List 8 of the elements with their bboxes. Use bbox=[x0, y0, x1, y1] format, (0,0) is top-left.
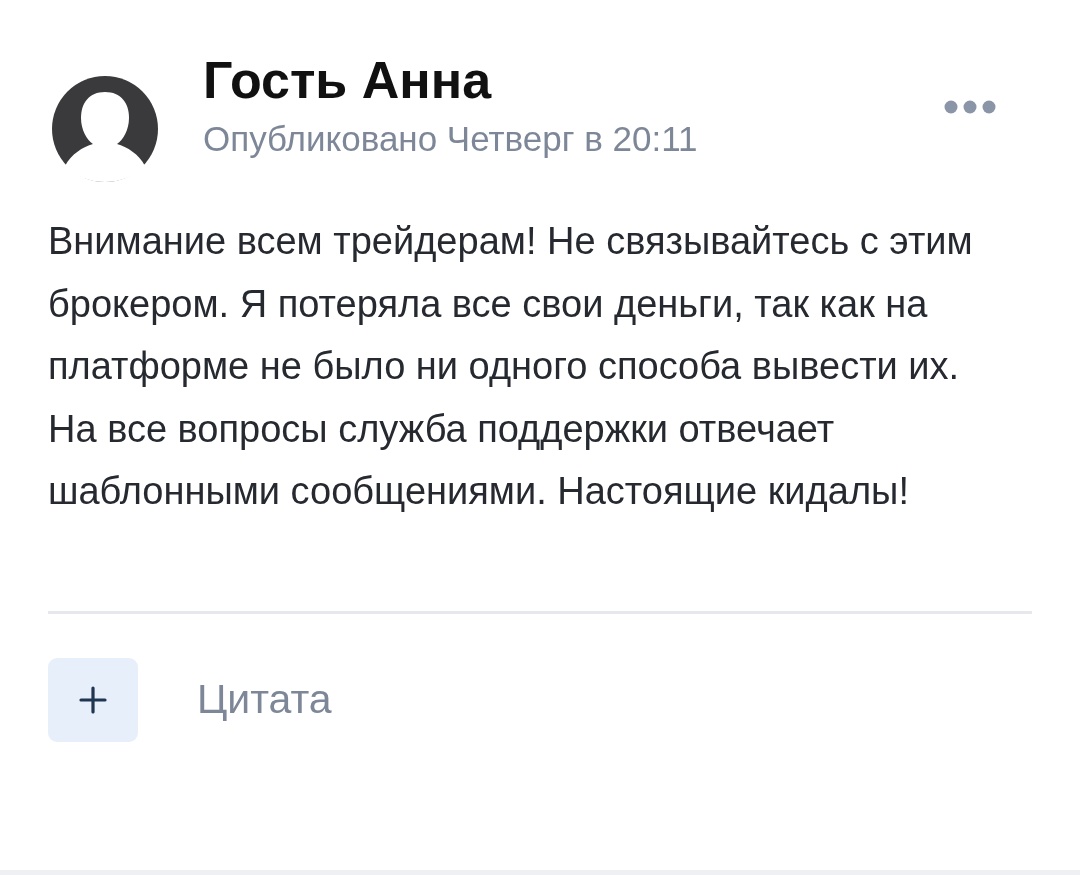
quote-link[interactable]: Цитата bbox=[197, 676, 332, 723]
post-text: Внимание всем трейдерам! Не связывайтесь с этим брокером. Я потеряла все свои деньги, так как на платформе не было ни одного способа вывести их. На все вопросы служба поддержки отвечает шаблонными сообщениями. Настоящие кидалы! bbox=[48, 219, 974, 514]
add-button[interactable] bbox=[48, 657, 138, 742]
publish-time: Опубликовано Четверг в 20:11 bbox=[203, 119, 699, 159]
plus-icon bbox=[78, 684, 108, 715]
author-name: Гость Анна bbox=[203, 50, 493, 111]
avatar-icon bbox=[50, 74, 160, 184]
more-icon[interactable] bbox=[944, 100, 996, 114]
